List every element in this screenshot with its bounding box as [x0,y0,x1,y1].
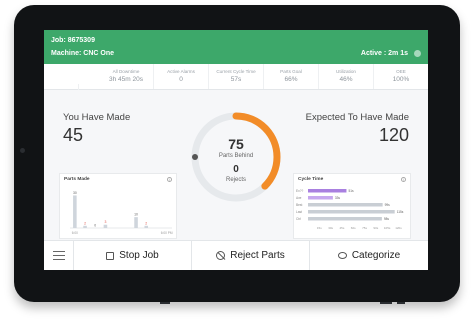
parts-made-title: Parts Made [64,177,90,182]
rejects-label: Rejects [225,177,246,183]
stop-job-label: Stop Job [119,250,159,261]
status-icon[interactable] [414,50,421,57]
row-label: Last [296,210,302,214]
stat-tab[interactable]: Parts Goal 66% [264,64,319,89]
parts-bar [144,225,149,228]
info-icon[interactable]: i [167,177,172,182]
bar-value-label: 99s [385,203,391,207]
parts-behind-label: Parts Behind [218,153,254,159]
stat-label: OEE [396,69,406,74]
reject-parts-label: Reject Parts [230,250,285,261]
parts-bar [73,195,77,228]
app-screen: Job: 8675309 Machine: CNC One Active : 2… [44,30,428,270]
stat-label: Active Alarms [167,69,195,74]
camera [20,148,25,153]
comment-icon [337,252,347,259]
cycle-bar [308,203,383,207]
x-tick-label: 75s [362,226,367,230]
bar-value-label: 115s [397,210,404,214]
reject-parts-button[interactable]: Reject Parts [192,241,310,270]
parts-behind-value: 75 [228,136,244,152]
parts-bar [103,224,108,228]
stat-value: 3h 45m 20s [109,76,143,83]
cycle-bar [308,189,347,193]
made-label: You Have Made [63,112,131,123]
stat-value: 57s [230,76,242,83]
expected-value: 120 [378,125,409,145]
x-tick-label: 30s [328,226,333,230]
x-tick-label: 15s [317,226,322,230]
bar-label: 2 [84,221,86,225]
stat-tab[interactable]: OEE 100% [374,64,428,89]
bar-label: 10 [134,213,138,217]
hamburger-icon [52,251,65,260]
stat-value: 0 [179,76,183,83]
stat-label: Current Cycle Time [216,69,256,74]
stat-label: Parts Goal [280,69,302,74]
bar-value-label: 98s [384,217,390,221]
made-value: 45 [63,125,84,145]
menu-button[interactable] [44,241,74,270]
stat-value: 66% [284,76,298,83]
cycle-bar [308,196,333,200]
stat-tab[interactable]: Active Alarms 0 [154,64,209,89]
stat-tab[interactable]: Current Cycle Time 57s [209,64,264,89]
stat-tab[interactable]: All Downtime 3h 45m 20s [99,64,154,89]
bar-label: 2 [145,221,147,225]
rejects-value: 0 [233,164,239,175]
categorize-label: Categorize [351,250,401,261]
stop-job-button[interactable]: Stop Job [74,241,192,270]
cycle-bar [308,210,395,214]
ban-icon [216,251,226,260]
cycle-bar [308,217,382,221]
x-tick-label: 105s [384,226,391,230]
row-label: Ctrl [296,217,301,221]
bar-label: 0 [94,224,96,228]
bar-label: 3 [104,220,106,224]
parts-made-card: Parts Made i 30 6:00 2 0 3 10 2 6:00 PM [59,173,177,239]
machine-name: Machine: CNC One [51,50,115,57]
x-tick-label: 60s [351,226,356,230]
stat-label: All Downtime [112,69,140,74]
x-tick-label: 120s [395,226,402,230]
categorize-button[interactable]: Categorize [310,241,428,270]
stop-square-icon [106,251,115,260]
x-tick-label: 90s [373,226,378,230]
bar-label: 30 [73,191,77,195]
side-button [160,302,170,304]
info-icon[interactable]: i [401,177,406,182]
x-tick-label: 6:00 [72,231,78,235]
x-tick-label: 45s [340,226,345,230]
job-number: Job: 8675309 [51,37,95,44]
main-panel: You Have Made 45 Expected To Have Made 1… [44,90,428,259]
row-label: Ave [296,196,302,200]
parts-made-chart: 30 6:00 2 0 3 10 2 6:00 PM [70,191,173,235]
side-button [380,302,392,304]
stat-value: 100% [392,76,410,83]
stat-tab[interactable]: Utilization 46% [319,64,374,89]
parts-bar [83,225,87,228]
stat-label: Utilization [336,69,356,74]
active-timer: Active : 2m 1s [360,50,408,57]
stats-bar: Part Count45 PartsAll Downtime3h 45m 20s… [44,64,428,110]
bar-value-label: 33s [335,196,341,200]
bar-value-label: 51s [348,189,354,193]
action-bar: Stop Job Reject Parts Categorize [44,240,428,270]
row-label: Ex?? [296,189,303,193]
app-header: Job: 8675309 Machine: CNC One Active : 2… [44,30,428,64]
x-tick-label: 6:00 PM [161,231,173,235]
row-label: Best [296,203,302,207]
cycle-time-card: Cycle Time i Ex?? 51s Ave 33s Best 99s Last 115… [293,173,411,239]
side-button [397,302,405,304]
stat-value: 46% [339,76,353,83]
cycle-time-chart: Ex?? 51s Ave 33s Best 99s Last 115s Ctrl 98s 15s 30… [296,189,404,230]
expected-label: Expected To Have Made [305,112,409,123]
parts-bar [134,217,138,228]
cycle-time-title: Cycle Time [298,177,324,182]
